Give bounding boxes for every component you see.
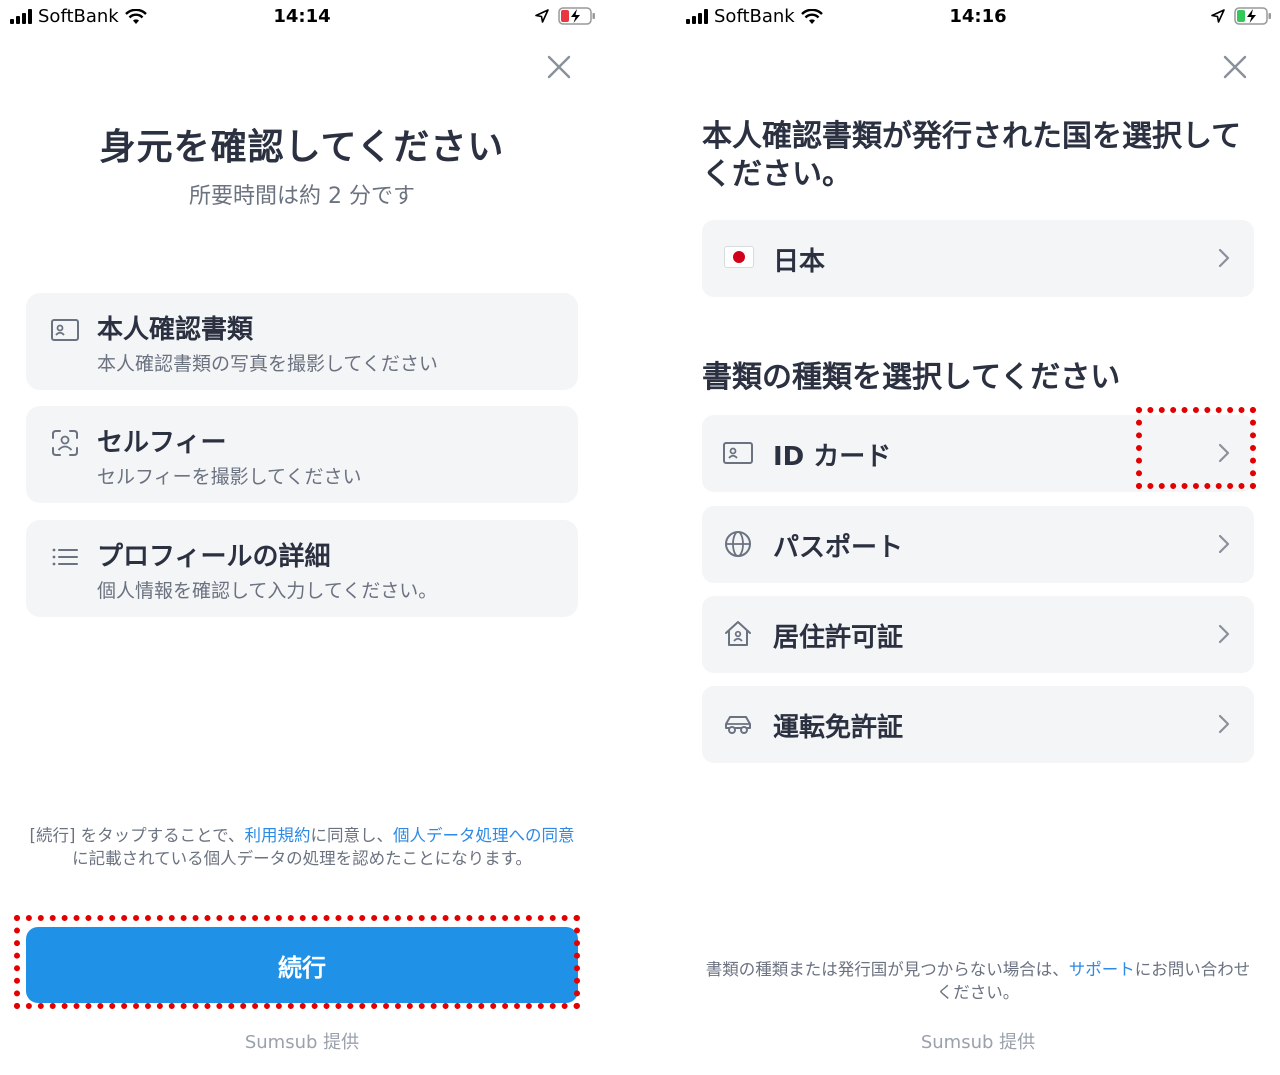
consent-text-part: に同意し、 xyxy=(310,826,393,845)
doc-type-label: ID カード xyxy=(773,442,892,472)
doc-type-label: 運転免許証 xyxy=(773,713,904,743)
house-icon xyxy=(725,621,751,646)
powered-by-label: Sumsub 提供 xyxy=(920,1032,1036,1053)
doc-type-drivers-license[interactable]: 運転免許証 xyxy=(702,686,1254,763)
page-subtitle: 所要時間は約 2 分です xyxy=(189,184,415,209)
id-card-icon xyxy=(51,319,79,341)
chevron-right-icon xyxy=(1218,443,1230,463)
document-type-section-title: 書類の種類を選択してください xyxy=(702,360,1121,395)
location-arrow-icon xyxy=(1211,9,1225,23)
privacy-consent-link[interactable]: 個人データ処理への同意 xyxy=(393,826,575,845)
country-label: 日本 xyxy=(773,247,826,277)
step-description: セルフィーを撮影してください xyxy=(97,466,362,488)
page-title: 身元を確認してください xyxy=(99,127,505,168)
step-title: プロフィールの詳細 xyxy=(97,542,331,572)
step-description: 本人確認書類の写真を撮影してください xyxy=(97,353,438,375)
country-section-title: 本人確認書類が発行された国を選択してください。 xyxy=(702,119,1242,192)
doc-type-passport[interactable]: パスポート xyxy=(702,506,1254,583)
status-bar: SoftBank 14:14 xyxy=(0,0,604,34)
identity-intro-screen: SoftBank 14:14 身元を確認してください 所要時間は約 2 分です xyxy=(0,0,604,1075)
doc-type-label: パスポート xyxy=(773,533,904,563)
step-description: 個人情報を確認して入力してください。 xyxy=(97,580,438,602)
support-link[interactable]: サポート xyxy=(1069,960,1135,979)
continue-button[interactable]: 続行 xyxy=(26,927,578,1003)
status-time: 14:14 xyxy=(273,6,331,27)
step-title: 本人確認書類 xyxy=(97,315,254,345)
doc-type-label: 居住許可証 xyxy=(773,623,904,653)
help-text-part: 書類の種類または発行国が見つからない場合は、 xyxy=(705,960,1069,979)
status-bar: SoftBank 14:16 xyxy=(676,0,1280,34)
car-icon xyxy=(725,716,751,734)
globe-icon xyxy=(725,531,751,557)
country-selector[interactable]: 日本 xyxy=(702,220,1254,297)
location-arrow-icon xyxy=(535,9,549,23)
battery-charging-icon xyxy=(1234,7,1271,25)
step-card-profile-details: プロフィールの詳細 個人情報を確認して入力してください。 xyxy=(26,520,578,617)
step-title: セルフィー xyxy=(97,428,227,458)
terms-link[interactable]: 利用規約 xyxy=(244,826,310,845)
chevron-right-icon xyxy=(1218,248,1230,268)
powered-by-label: Sumsub 提供 xyxy=(244,1032,360,1053)
consent-text-part: [続行] をタップすることで、 xyxy=(29,826,245,845)
chevron-right-icon xyxy=(1218,624,1230,644)
chevron-right-icon xyxy=(1218,714,1230,734)
face-scan-icon xyxy=(52,430,78,456)
battery-charging-icon xyxy=(558,7,595,25)
help-text: 書類の種類または発行国が見つからない場合は、サポートにお問い合わせください。 xyxy=(702,958,1254,1004)
document-select-screen: SoftBank 14:16 本人確認書類が発行された国を選択してください。 日… xyxy=(676,0,1280,1075)
status-time: 14:16 xyxy=(949,6,1007,27)
consent-text: [続行] をタップすることで、利用規約に同意し、個人データ処理への同意に記載され… xyxy=(26,824,578,870)
doc-type-residence-permit[interactable]: 居住許可証 xyxy=(702,596,1254,673)
japan-flag-icon xyxy=(724,246,754,268)
list-icon xyxy=(52,548,78,566)
close-button[interactable] xyxy=(1220,52,1250,82)
chevron-right-icon xyxy=(1218,534,1230,554)
step-card-id-document: 本人確認書類 本人確認書類の写真を撮影してください xyxy=(26,293,578,390)
step-card-selfie: セルフィー セルフィーを撮影してください xyxy=(26,406,578,503)
close-button[interactable] xyxy=(544,52,574,82)
consent-text-part: に記載されている個人データの処理を認めたことになります。 xyxy=(72,849,532,868)
doc-type-id-card[interactable]: ID カード xyxy=(702,415,1254,492)
id-card-icon xyxy=(723,442,753,464)
